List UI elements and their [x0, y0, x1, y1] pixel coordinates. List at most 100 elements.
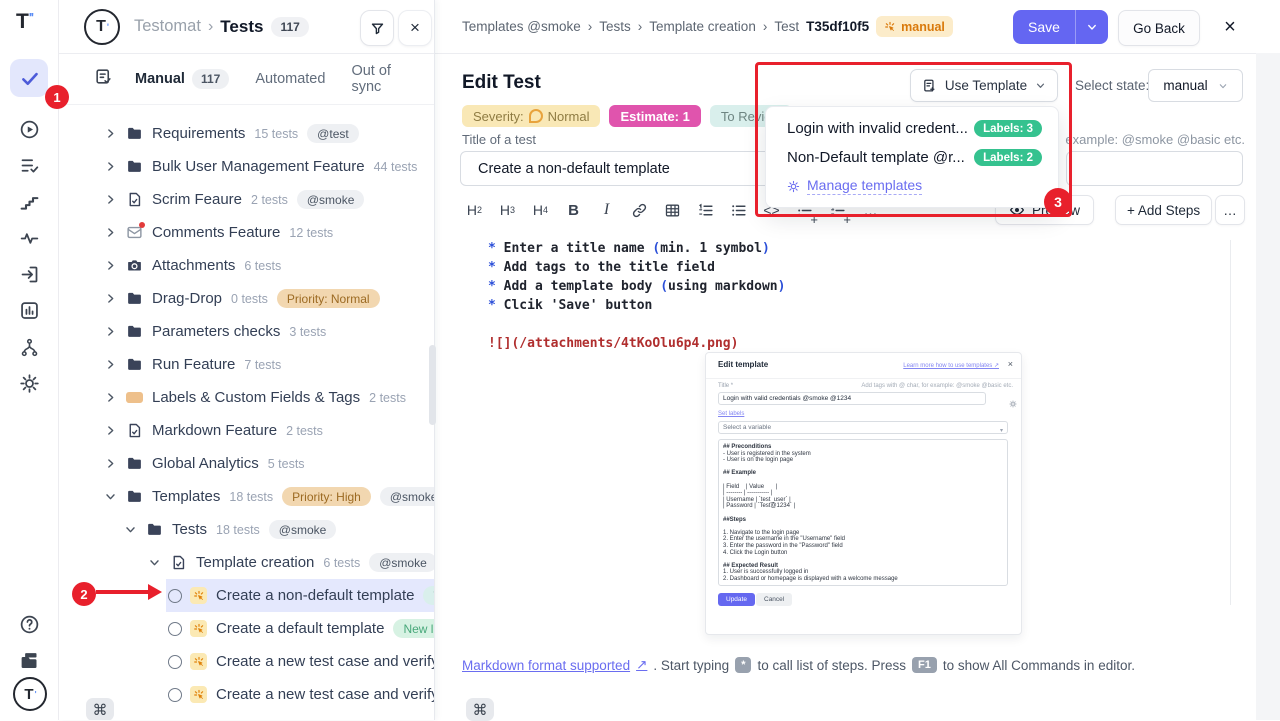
- rail-import-icon[interactable]: [10, 255, 48, 293]
- tree-item[interactable]: Parameters checks3 tests: [58, 315, 434, 348]
- tree-item[interactable]: Markdown Feature2 tests: [58, 414, 434, 447]
- bottom-logo-icon[interactable]: T': [13, 677, 47, 711]
- tab-manual[interactable]: Manual117: [135, 69, 229, 89]
- go-back-button[interactable]: Go Back: [1118, 10, 1200, 46]
- template-option[interactable]: Login with invalid credent...Labels: 3: [766, 114, 1058, 143]
- tree-item[interactable]: Bulk User Management Feature44 tests: [58, 150, 434, 183]
- tree-item-count: 44 tests: [374, 160, 418, 174]
- tree-item-label: Scrim Feaure: [152, 191, 242, 208]
- chevron-down-icon[interactable]: [104, 490, 118, 503]
- markdown-help-link[interactable]: Markdown format supported↗: [462, 657, 647, 673]
- tree-item-count: 7 tests: [244, 358, 281, 372]
- tree-close-button[interactable]: ×: [398, 10, 432, 46]
- estimate-badge[interactable]: Estimate: 1: [609, 105, 700, 127]
- rail-plans-list-icon[interactable]: [10, 146, 48, 184]
- tab-automated[interactable]: Automated: [255, 71, 325, 87]
- save-split-button[interactable]: Save: [1013, 10, 1108, 44]
- link-button[interactable]: [623, 195, 656, 225]
- tree-item[interactable]: Create a new test case and verify: [58, 678, 434, 711]
- tree-item-count: 18 tests: [229, 490, 273, 504]
- save-caret-icon[interactable]: [1076, 10, 1108, 44]
- bold-button[interactable]: B: [557, 195, 590, 225]
- tree-item[interactable]: Run Feature7 tests: [58, 348, 434, 381]
- gear-icon: [787, 180, 800, 193]
- breadcrumb-item[interactable]: Templates @smoke: [462, 19, 581, 34]
- manage-templates-link[interactable]: Manage templates: [766, 172, 1058, 200]
- command-key-icon[interactable]: ⌘: [466, 698, 494, 721]
- external-link-icon: ↗: [636, 657, 647, 673]
- tree-item[interactable]: Create a non-default templateTo Review: [58, 579, 434, 612]
- tab-out-of-sync[interactable]: Out of sync: [351, 63, 408, 95]
- status-circle-icon: [168, 589, 182, 603]
- markdown-editor[interactable]: * Enter a title name (min. 1 symbol)* Ad…: [488, 241, 785, 355]
- chevron-right-icon[interactable]: [104, 160, 118, 173]
- state-select[interactable]: manual: [1148, 69, 1243, 102]
- save-button[interactable]: Save: [1013, 10, 1076, 44]
- folder-icon: [126, 290, 143, 307]
- close-editor-icon[interactable]: ×: [1214, 10, 1246, 44]
- project-logo-icon[interactable]: T': [84, 9, 120, 45]
- rail-branches-icon[interactable]: [10, 328, 48, 366]
- rail-help-icon[interactable]: [10, 605, 48, 643]
- hand-ok-icon: [529, 109, 543, 123]
- tree-item[interactable]: Create a default templateNew label: [58, 612, 434, 645]
- breadcrumb-item[interactable]: Template creation: [649, 19, 756, 34]
- italic-button[interactable]: I: [590, 195, 623, 225]
- rail-settings-gear-icon[interactable]: [10, 364, 48, 402]
- rail-runs-play-icon[interactable]: [10, 110, 48, 148]
- ordered-list-button[interactable]: [689, 195, 722, 225]
- embed-variable-select: Select a variable▾: [718, 421, 1008, 434]
- edit-note-icon[interactable]: [94, 67, 113, 91]
- rail-analytics-icon[interactable]: [10, 291, 48, 329]
- chevron-right-icon[interactable]: [104, 292, 118, 305]
- tree-scrollbar-thumb[interactable]: [429, 345, 436, 425]
- use-template-button[interactable]: Use Template: [910, 69, 1058, 102]
- filter-button[interactable]: [360, 10, 394, 46]
- tree-item[interactable]: Create a new test case and verify: [58, 645, 434, 678]
- chevron-right-icon[interactable]: [104, 193, 118, 206]
- tree-item-badge: @test: [307, 124, 359, 143]
- project-name[interactable]: Testomat: [134, 17, 201, 36]
- chevron-down-icon[interactable]: [148, 556, 162, 569]
- severity-badge[interactable]: Severity:Normal: [462, 105, 600, 127]
- tree-item[interactable]: Tests18 tests@smoke: [58, 513, 434, 546]
- rail-docs-icon[interactable]: [10, 641, 48, 679]
- command-key-icon[interactable]: ⌘: [86, 698, 114, 720]
- chevron-right-icon[interactable]: [104, 226, 118, 239]
- template-dropdown: Login with invalid credent...Labels: 3No…: [765, 106, 1059, 208]
- tree-item[interactable]: Templates18 testsPriority: High@smoke: [58, 480, 434, 513]
- breadcrumb-item[interactable]: Tests: [599, 19, 631, 34]
- chevron-right-icon[interactable]: [104, 259, 118, 272]
- heading3-button[interactable]: H3: [491, 195, 524, 225]
- add-steps-button[interactable]: + Add Steps: [1115, 195, 1212, 225]
- folder-icon: [126, 323, 143, 340]
- tree-item[interactable]: Global Analytics5 tests: [58, 447, 434, 480]
- rail-tests-icon[interactable]: [10, 59, 48, 97]
- tree-item[interactable]: Attachments6 tests: [58, 249, 434, 282]
- table-button[interactable]: [656, 195, 689, 225]
- tree-item[interactable]: Labels & Custom Fields & Tags2 tests: [58, 381, 434, 414]
- heading2-button[interactable]: H2: [458, 195, 491, 225]
- tree-item-label: Requirements: [152, 125, 245, 142]
- tags-input[interactable]: [1066, 151, 1243, 186]
- tree-item-label: Comments Feature: [152, 224, 280, 241]
- editor-more-button[interactable]: …: [1215, 195, 1245, 225]
- chevron-right-icon[interactable]: [104, 358, 118, 371]
- rail-pulse-icon[interactable]: [10, 219, 48, 257]
- rail-steps-icon[interactable]: [10, 183, 48, 221]
- template-option[interactable]: Non-Default template @r...Labels: 2: [766, 143, 1058, 172]
- chevron-down-icon[interactable]: [124, 523, 138, 536]
- chevron-right-icon[interactable]: [104, 424, 118, 437]
- chevron-right-icon[interactable]: [104, 127, 118, 140]
- heading4-button[interactable]: H4: [524, 195, 557, 225]
- tree-item[interactable]: Comments Feature12 tests: [58, 216, 434, 249]
- annotation-arrow: [96, 590, 150, 594]
- tree-item[interactable]: Drag-Drop0 testsPriority: Normal: [58, 282, 434, 315]
- tree-item[interactable]: Scrim Feaure2 tests@smoke: [58, 183, 434, 216]
- tree-item[interactable]: Requirements15 tests@test: [58, 117, 434, 150]
- tree-item[interactable]: Template creation6 tests@smoke: [58, 546, 434, 579]
- bullet-list-button[interactable]: [722, 195, 755, 225]
- chevron-right-icon[interactable]: [104, 325, 118, 338]
- chevron-right-icon[interactable]: [104, 391, 118, 404]
- chevron-right-icon[interactable]: [104, 457, 118, 470]
